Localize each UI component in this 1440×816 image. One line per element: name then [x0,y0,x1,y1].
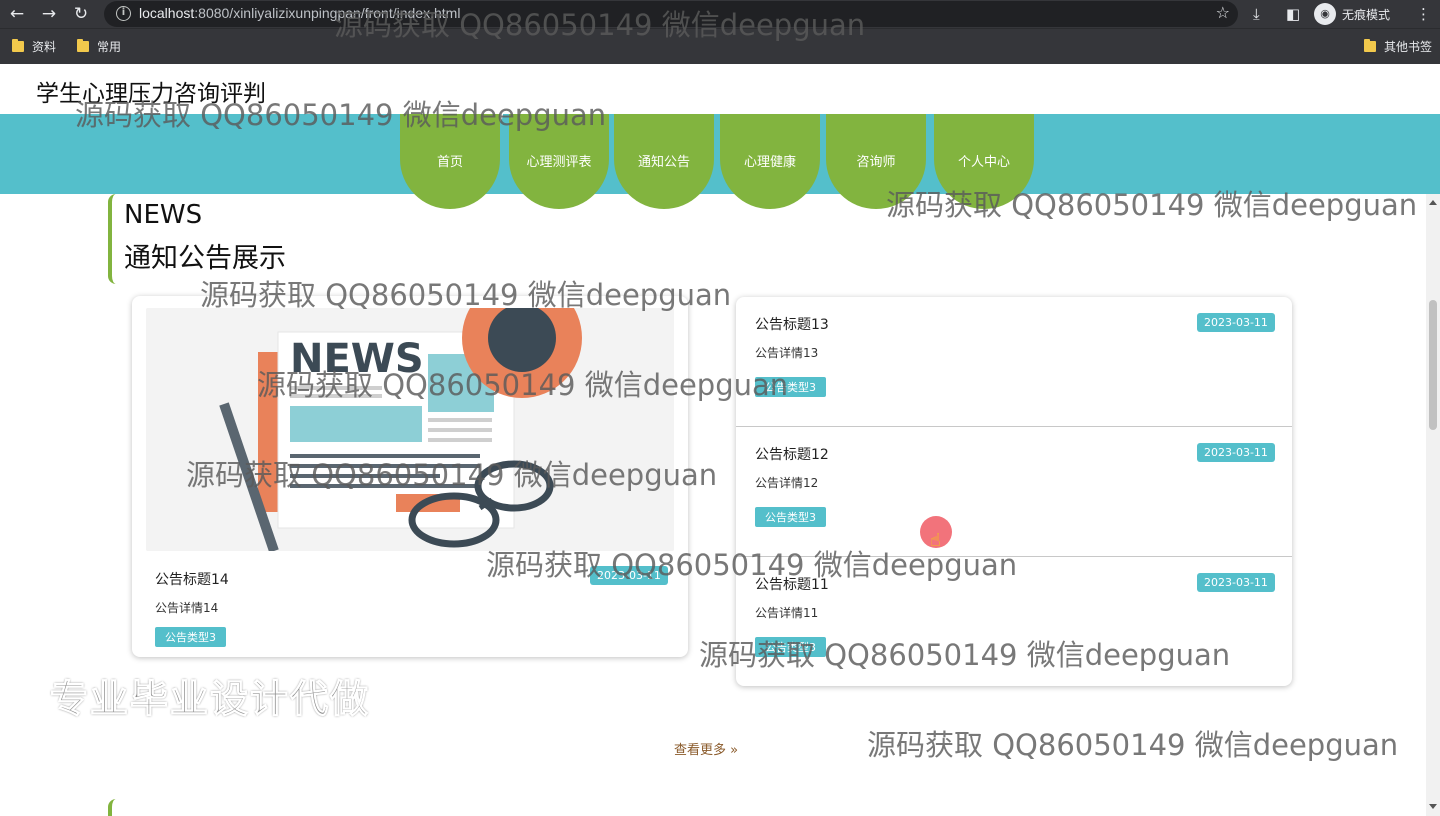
bookmark-star-icon[interactable]: ☆ [1216,3,1230,22]
list-item[interactable]: 公告标题12 2023-03-11 公告详情12 公告类型3 [736,427,1292,557]
news-illustration-svg: NEWS [146,308,674,551]
bookmark-folder-changyong[interactable]: 常用 [77,38,121,55]
site-info-icon[interactable]: i [116,6,131,21]
double-chevron-right-icon: » [730,743,739,758]
date-badge: 2023-03-11 [1197,313,1275,332]
nav-item-counselors[interactable]: 咨询师 [826,114,926,209]
type-badge: 公告类型3 [755,377,826,397]
section-accent [108,194,116,284]
type-badge: 公告类型3 [755,637,826,657]
side-panel-icon[interactable]: ◧ [1286,3,1300,25]
page-content: 学生心理压力咨询评判 首页 心理测评表 通知公告 心理健康 咨询师 个人中心 N… [0,64,1440,816]
main-nav: 首页 心理测评表 通知公告 心理健康 咨询师 个人中心 [0,102,1440,209]
date-badge: 2023-03-11 [1197,443,1275,462]
news-title[interactable]: 公告标题13 [755,314,829,334]
section-title-en: NEWS [124,200,203,230]
back-arrow-icon[interactable]: ← [6,3,28,25]
incognito-indicator[interactable]: ◉ 无痕模式 [1314,3,1390,25]
bookmarks-bar: 资料 常用 其他书签 [0,28,1440,64]
reload-icon[interactable]: ↻ [70,3,92,25]
bookmark-label: 资料 [32,40,57,54]
incognito-icon: ◉ [1314,3,1336,25]
type-badge: 公告类型3 [755,507,826,527]
scrollbar-thumb[interactable] [1429,300,1437,430]
news-detail: 公告详情14 [155,601,219,615]
list-item[interactable]: 公告标题13 2023-03-11 公告详情13 公告类型3 [736,297,1292,427]
news-detail: 公告详情13 [755,346,819,360]
promo-overlay: 专业毕业设计代做 [49,677,371,722]
nav-item-profile[interactable]: 个人中心 [934,114,1034,209]
date-badge: 2023-03-11 [590,566,668,585]
list-item[interactable]: 公告标题11 2023-03-11 公告详情11 公告类型3 [736,557,1292,687]
news-title[interactable]: 公告标题11 [755,574,829,594]
address-bar[interactable]: i localhost:8080/xinliyalizixunpingpan/f… [104,1,1238,27]
scroll-up-icon[interactable] [1429,200,1437,205]
news-list-card: 公告标题13 2023-03-11 公告详情13 公告类型3 公告标题12 20… [736,297,1292,686]
nav-item-home[interactable]: 首页 [400,114,500,209]
section-title: 通知公告展示 [124,243,286,274]
hand-cursor-icon: ☝ [930,530,941,551]
news-detail: 公告详情12 [755,476,819,490]
folder-icon [12,39,24,52]
illustration-headline: NEWS [290,336,424,382]
bookmark-label: 其他书签 [1384,40,1433,54]
download-icon[interactable]: ⤓ [1253,3,1260,25]
incognito-label: 无痕模式 [1342,7,1391,22]
bookmark-folder-ziliao[interactable]: 资料 [12,38,56,55]
menu-kebab-icon[interactable]: ⋮ [1416,3,1431,25]
news-title[interactable]: 公告标题14 [155,569,229,589]
folder-icon [77,39,89,52]
news-detail: 公告详情11 [755,606,819,620]
folder-icon [1364,39,1376,52]
view-more-link[interactable]: 查看更多 » [674,739,738,758]
browser-toolbar: ← → ↻ i localhost:8080/xinliyalizixunpin… [0,0,1440,28]
page-scrollbar[interactable] [1426,194,1440,816]
site-title: 学生心理压力咨询评判 [36,81,266,107]
news-illustration: NEWS [146,308,674,551]
view-more-label: 查看更多 [674,743,727,758]
nav-item-health[interactable]: 心理健康 [720,114,820,209]
nav-item-assessment[interactable]: 心理测评表 [509,114,609,209]
news-title[interactable]: 公告标题12 [755,444,829,464]
url-text[interactable]: localhost:8080/xinliyalizixunpingpan/fro… [139,5,460,21]
bookmark-folder-other[interactable]: 其他书签 [1364,38,1432,55]
featured-news-card[interactable]: NEWS 公告标题14 2023-03-11 公告详情14 公告类型3 [132,296,688,657]
scroll-down-icon[interactable] [1429,804,1437,809]
forward-arrow-icon[interactable]: → [38,3,60,25]
bookmark-label: 常用 [97,40,122,54]
nav-item-notices[interactable]: 通知公告 [614,114,714,209]
date-badge: 2023-03-11 [1197,573,1275,592]
type-badge: 公告类型3 [155,627,226,647]
next-section-accent [108,799,116,816]
